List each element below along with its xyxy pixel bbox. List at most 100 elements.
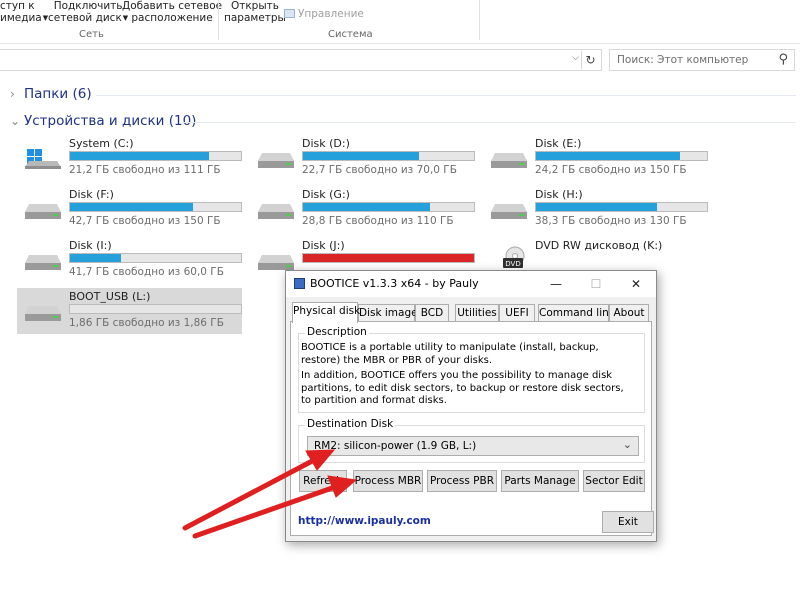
search-input[interactable]	[610, 50, 770, 70]
exit-button[interactable]: Exit	[602, 511, 654, 533]
maximize-button[interactable]: ☐	[576, 271, 616, 297]
media-access-button[interactable]: ступ к имедиа▼	[0, 0, 48, 24]
usb-drive-icon	[25, 306, 61, 321]
map-drive-label-1: Подключить	[53, 0, 123, 12]
tab-bcd[interactable]: BCD	[415, 304, 449, 322]
add-location-label-2: расположение	[131, 12, 213, 24]
description-text-1: BOOTICE is a portable utility to manipul…	[301, 342, 599, 366]
tab-command-line[interactable]: Command line	[538, 304, 615, 322]
bootice-app-icon	[294, 278, 305, 289]
add-network-location-button[interactable]: Добавить сетевое расположение	[122, 0, 222, 24]
search-icon[interactable]: ⚲	[778, 52, 788, 67]
drive-name: BOOT_USB (L:)	[69, 290, 151, 303]
drive-usage-fill	[536, 152, 680, 160]
process-mbr-button[interactable]: Process MBR	[353, 470, 423, 492]
refresh-icon[interactable]: ↻	[581, 51, 599, 69]
folders-section-header[interactable]: › Папки (6)	[10, 86, 92, 102]
drive-tile-e[interactable]: Disk (E:) 24,2 ГБ свободно из 150 ГБ	[483, 135, 708, 181]
drive-free-space: 24,2 ГБ свободно из 150 ГБ	[535, 164, 687, 176]
chevron-down-icon[interactable]: ⌄	[10, 114, 24, 128]
drive-name: Disk (E:)	[535, 137, 582, 150]
drive-usage-fill	[303, 203, 430, 211]
address-bar[interactable]: ⌵ ↻	[0, 49, 602, 71]
svg-text:DVD: DVD	[505, 260, 520, 268]
destination-disk-select[interactable]: RM2: silicon-power (1.9 GB, L:) ⌄	[307, 436, 639, 456]
hard-drive-icon	[258, 255, 294, 270]
ribbon-group-system: Открыть параметры Управление Система	[220, 0, 480, 44]
ribbon-group-label-system: Система	[328, 29, 373, 40]
open-settings-button[interactable]: Открыть параметры	[224, 0, 286, 24]
drive-free-space: 28,8 ГБ свободно из 110 ГБ	[302, 215, 454, 227]
drive-tile-h[interactable]: Disk (H:) 38,3 ГБ свободно из 130 ГБ	[483, 186, 708, 232]
devices-section-title: Устройства и диски (10)	[24, 113, 197, 129]
drive-usage-bar	[535, 151, 708, 161]
drive-tile-c[interactable]: System (C:) 21,2 ГБ свободно из 111 ГБ	[17, 135, 242, 181]
drive-usage-bar	[69, 304, 242, 314]
drive-tile-l[interactable]: BOOT_USB (L:) 1,86 ГБ свободно из 1,86 Г…	[17, 288, 242, 334]
tab-disk-image[interactable]: Disk image	[358, 304, 418, 322]
bootice-title: BOOTICE v1.3.3 x64 - by Pauly	[310, 277, 479, 290]
sector-edit-button[interactable]: Sector Edit	[583, 470, 645, 492]
chevron-down-icon[interactable]: ⌄	[623, 438, 632, 451]
computer-manage-icon	[284, 9, 295, 18]
drive-name: Disk (D:)	[302, 137, 350, 150]
destination-disk-label: Destination Disk	[305, 418, 396, 430]
manage-button[interactable]: Управление	[284, 8, 364, 20]
parts-manage-button[interactable]: Parts Manage	[501, 470, 579, 492]
windows-drive-icon	[25, 149, 61, 169]
drive-free-space: 38,3 ГБ свободно из 130 ГБ	[535, 215, 687, 227]
drive-usage-bar	[302, 253, 475, 263]
open-settings-label-1: Открыть	[230, 0, 279, 12]
devices-section-header[interactable]: ⌄ Устройства и диски (10)	[10, 113, 196, 129]
ipauly-link[interactable]: http://www.ipauly.com	[298, 515, 431, 527]
hard-drive-icon	[25, 255, 61, 270]
ribbon-separator	[479, 0, 480, 40]
map-drive-label-2: сетевой диск▼	[48, 12, 129, 24]
drive-free-space: 21,2 ГБ свободно из 111 ГБ	[69, 164, 221, 176]
physical-disk-panel: Description BOOTICE is a portable utilit…	[290, 321, 654, 536]
ribbon-group-network: ступ к имедиа▼ Подключить сетевой диск▼ …	[0, 0, 222, 44]
map-network-drive-button[interactable]: Подключить сетевой диск▼	[48, 0, 128, 24]
bootice-titlebar[interactable]: BOOTICE v1.3.3 x64 - by Pauly — ☐ ✕	[286, 271, 656, 297]
drive-tile-f[interactable]: Disk (F:) 42,7 ГБ свободно из 150 ГБ	[17, 186, 242, 232]
drive-usage-bar	[69, 151, 242, 161]
chevron-right-icon[interactable]: ›	[10, 87, 24, 101]
drive-usage-fill	[536, 203, 658, 211]
tab-about[interactable]: About	[609, 304, 649, 322]
drive-usage-fill	[70, 203, 194, 211]
address-dropdown-icon[interactable]: ⌵	[572, 53, 579, 63]
bootice-window: BOOTICE v1.3.3 x64 - by Pauly — ☐ ✕ Phys…	[285, 270, 657, 542]
drive-name: Disk (I:)	[69, 239, 112, 252]
drive-usage-fill	[303, 152, 420, 160]
search-box[interactable]: ⚲	[609, 49, 795, 71]
destination-disk-group: Destination Disk RM2: silicon-power (1.9…	[298, 418, 645, 463]
drive-tile-g[interactable]: Disk (G:) 28,8 ГБ свободно из 110 ГБ	[250, 186, 475, 232]
tab-uefi[interactable]: UEFI	[499, 304, 535, 322]
ribbon: ступ к имедиа▼ Подключить сетевой диск▼ …	[0, 0, 800, 44]
drive-free-space: 1,86 ГБ свободно из 1,86 ГБ	[69, 317, 224, 329]
close-button[interactable]: ✕	[616, 271, 656, 297]
add-location-label-1: Добавить сетевое	[122, 0, 223, 12]
process-pbr-button[interactable]: Process PBR	[427, 470, 497, 492]
drive-tile-d[interactable]: Disk (D:) 22,7 ГБ свободно из 70,0 ГБ	[250, 135, 475, 181]
drive-usage-bar	[535, 202, 708, 212]
hard-drive-icon	[491, 153, 527, 168]
hard-drive-icon	[258, 153, 294, 168]
ribbon-group-label-network: Сеть	[79, 29, 104, 40]
tab-utilities[interactable]: Utilities	[455, 304, 499, 322]
drive-free-space: 22,7 ГБ свободно из 70,0 ГБ	[302, 164, 457, 176]
hard-drive-icon	[258, 204, 294, 219]
tab-physical-disk[interactable]: Physical disk	[292, 302, 360, 323]
refresh-button[interactable]: Refresh	[299, 470, 347, 492]
minimize-button[interactable]: —	[536, 271, 576, 297]
drive-usage-bar	[302, 202, 475, 212]
media-access-label-2: имедиа▼	[0, 12, 49, 24]
explorer-window: ступ к имедиа▼ Подключить сетевой диск▼ …	[0, 0, 800, 600]
drive-tile-i[interactable]: Disk (I:) 41,7 ГБ свободно из 60,0 ГБ	[17, 237, 242, 283]
drive-name: Disk (H:)	[535, 188, 583, 201]
drive-usage-bar	[69, 253, 242, 263]
drive-free-space: 41,7 ГБ свободно из 60,0 ГБ	[69, 266, 224, 278]
drive-name: Disk (F:)	[69, 188, 114, 201]
hard-drive-icon	[491, 204, 527, 219]
section-divider	[96, 95, 796, 96]
